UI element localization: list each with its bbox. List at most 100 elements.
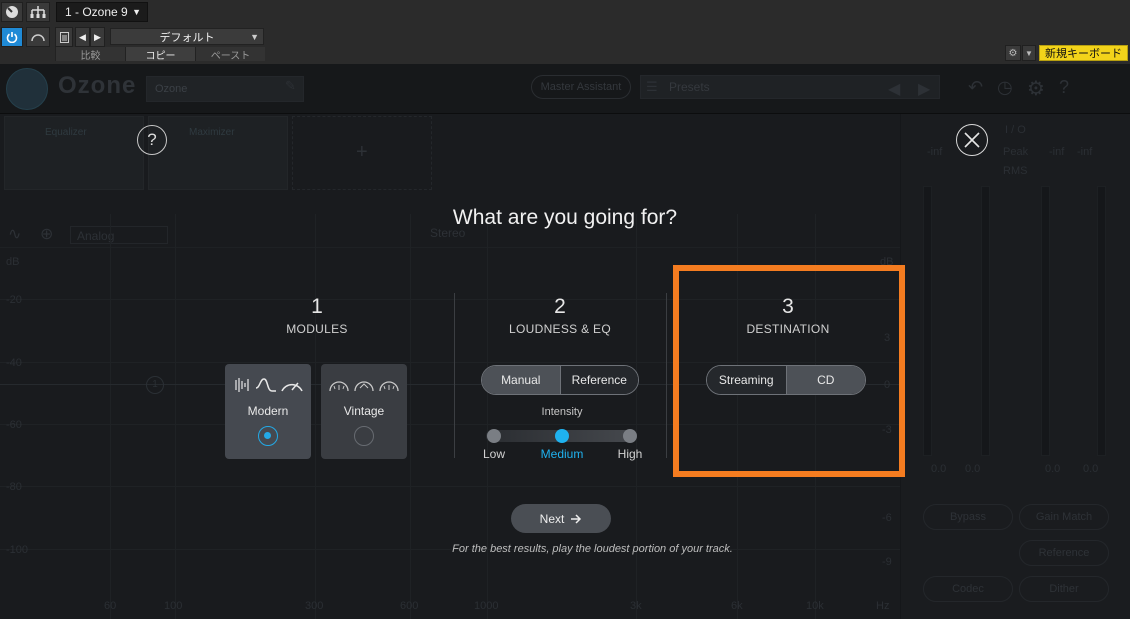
right-axis-label: -9 xyxy=(882,556,892,568)
right-arrow-icon: ▶ xyxy=(94,31,101,42)
rms-label: RMS xyxy=(1003,165,1028,177)
step-label-loudness: LOUDNESS & EQ xyxy=(509,322,611,336)
column-divider xyxy=(666,293,667,458)
module-maximizer[interactable]: Maximizer xyxy=(148,116,288,190)
freq-axis-label: Hz xyxy=(876,600,890,612)
plugin-menu-button[interactable] xyxy=(1,2,23,22)
add-module-slot[interactable]: + xyxy=(292,116,432,190)
undo-icon[interactable]: ↶ xyxy=(968,77,983,98)
list-icon: ☰ xyxy=(646,79,658,94)
prev-preset-icon[interactable]: ◀ xyxy=(888,79,900,99)
intensity-medium-label: Medium xyxy=(540,447,584,461)
bypass-button[interactable]: Bypass xyxy=(923,504,1013,530)
db-axis-label: -20 xyxy=(6,294,22,306)
next-button[interactable]: Next xyxy=(511,504,611,533)
output-gain-value[interactable]: 0.0 xyxy=(1045,463,1060,475)
history-icon[interactable]: ◷ xyxy=(997,77,1013,98)
input-gain-value[interactable]: 0.0 xyxy=(965,463,980,475)
freq-axis-label: 10k xyxy=(806,600,824,612)
module-name: Maximizer xyxy=(189,127,235,138)
db-axis-label: dB xyxy=(6,256,20,268)
output-peak-value: -inf xyxy=(1077,146,1093,158)
manual-option[interactable]: Manual xyxy=(482,366,560,394)
routing-button[interactable] xyxy=(26,2,50,22)
db-axis-label: -60 xyxy=(6,419,22,431)
copy-button[interactable]: コピー xyxy=(125,47,195,62)
module-name: Equalizer xyxy=(45,127,87,138)
power-icon xyxy=(6,32,18,43)
help-icon[interactable]: ? xyxy=(1059,77,1069,98)
preset-browser-button[interactable] xyxy=(55,27,73,47)
gear-icon[interactable]: ⚙ xyxy=(1027,76,1045,101)
codec-button[interactable]: Codec xyxy=(923,576,1013,602)
plus-icon: + xyxy=(356,141,368,163)
intensity-stop-low[interactable] xyxy=(487,429,501,443)
instance-title: 1 - Ozone 9 xyxy=(65,5,128,19)
output-peak-value: -inf xyxy=(1049,146,1065,158)
freq-axis-label: 600 xyxy=(400,600,419,612)
auto-button[interactable] xyxy=(26,27,50,47)
step-label-modules: MODULES xyxy=(286,322,348,336)
left-arrow-icon: ◀ xyxy=(79,31,86,42)
close-button[interactable] xyxy=(956,124,988,156)
output-gain-value[interactable]: 0.0 xyxy=(1083,463,1098,475)
ozone-logo-icon xyxy=(6,68,48,110)
preset-dropdown[interactable]: デフォルト ▼ xyxy=(110,28,264,45)
module-equalizer[interactable]: Equalizer xyxy=(4,116,144,190)
modern-modules-icon xyxy=(225,376,311,399)
settings-dropdown[interactable]: ▼ xyxy=(1022,45,1036,61)
vintage-radio[interactable] xyxy=(354,426,374,446)
input-peak-value: -inf xyxy=(927,146,943,158)
modern-radio[interactable] xyxy=(258,426,278,446)
next-preset-button[interactable]: ▶ xyxy=(90,27,105,47)
module-option-modern[interactable]: Modern xyxy=(225,364,311,459)
question-icon: ? xyxy=(147,130,157,149)
settings-button[interactable]: ⚙ xyxy=(1005,45,1021,61)
module-option-name: Vintage xyxy=(343,404,385,418)
chevron-down-icon: ▼ xyxy=(250,31,259,42)
vintage-modules-icon xyxy=(321,376,407,399)
freq-axis-label: 60 xyxy=(104,600,117,612)
help-button[interactable]: ? xyxy=(137,125,167,155)
intensity-stop-high[interactable] xyxy=(623,429,637,443)
prev-preset-button[interactable]: ◀ xyxy=(75,27,90,47)
module-option-name: Modern xyxy=(247,404,289,418)
loudness-mode-toggle: Manual Reference xyxy=(481,365,639,395)
next-preset-icon[interactable]: ▶ xyxy=(918,79,930,99)
input-gain-value[interactable]: 0.0 xyxy=(931,463,946,475)
io-header: I / O xyxy=(1005,124,1026,136)
ozone-logo: Ozone xyxy=(58,72,137,99)
intensity-low-label: Low xyxy=(482,447,505,461)
master-assistant-button[interactable]: Master Assistant xyxy=(531,75,631,99)
arrow-right-icon xyxy=(571,513,582,524)
module-option-vintage[interactable]: Vintage xyxy=(321,364,407,459)
pencil-icon: ✎ xyxy=(285,78,296,93)
freq-axis-label: 3k xyxy=(630,600,642,612)
next-label: Next xyxy=(539,511,565,526)
intensity-high-label: High xyxy=(617,447,643,461)
close-icon xyxy=(964,132,980,148)
new-keyboard-button[interactable]: 新規キーボード xyxy=(1039,45,1128,61)
dither-button[interactable]: Dither xyxy=(1019,576,1109,602)
instance-select[interactable]: 1 - Ozone 9 ▼ xyxy=(56,2,148,22)
db-axis-label: -80 xyxy=(6,481,22,493)
highlight-box xyxy=(673,265,905,477)
step-number: 1 xyxy=(311,295,323,318)
freq-axis-label: 100 xyxy=(164,600,183,612)
preset-name-field[interactable]: Ozone xyxy=(146,76,304,102)
step-number: 2 xyxy=(554,295,566,318)
eq-band-node[interactable]: 1 xyxy=(146,376,164,394)
preset-dropdown-value: デフォルト xyxy=(159,31,215,44)
plugin-header: Ozone Ozone ✎ Master Assistant Presets ☰… xyxy=(0,64,1130,114)
intensity-stop-medium[interactable] xyxy=(555,429,569,443)
reference-option[interactable]: Reference xyxy=(559,366,638,394)
gain-match-button[interactable]: Gain Match xyxy=(1019,504,1109,530)
hint-text: For the best results, play the loudest p… xyxy=(452,543,733,555)
host-toolbar: 1 - Ozone 9 ▼ ◀ ▶ デフォルト ▼ 比較 コピー ペースト ⚙ … xyxy=(0,0,1130,64)
paste-button[interactable]: ペースト xyxy=(195,47,265,62)
chevron-down-icon: ▼ xyxy=(132,7,141,17)
db-axis-label: -40 xyxy=(6,357,22,369)
power-button[interactable] xyxy=(1,27,23,47)
freq-axis-label: 1000 xyxy=(474,600,499,612)
compare-button[interactable]: 比較 xyxy=(55,47,125,62)
